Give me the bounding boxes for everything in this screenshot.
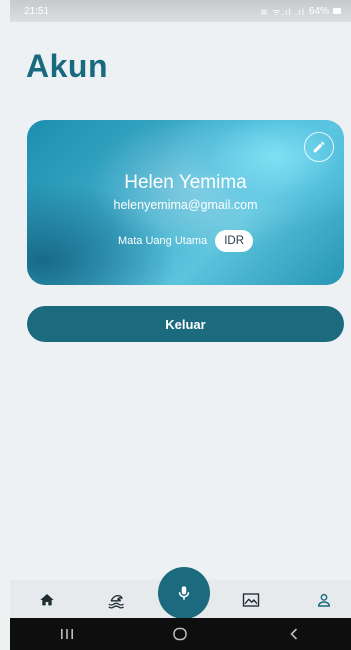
profile-card: Helen Yemima helenyemima@gmail.com Mata … [27,120,344,285]
home-icon [40,594,54,606]
nav-profile[interactable] [313,590,335,610]
chart-icon [242,593,260,607]
signal-icon: ≋ ᯤ.ıl .ıl [260,6,305,17]
status-time: 21:51 [24,5,50,17]
system-nav-bar [10,618,351,650]
wave-icon [108,595,124,609]
mic-icon [178,586,190,600]
pencil-icon [313,141,325,153]
voice-input-button[interactable] [158,567,210,619]
status-bar: 21:51 ≋ ᯤ.ıl .ıl 64% [10,0,351,22]
logout-button[interactable]: Keluar [27,306,344,342]
nav-home[interactable] [36,590,58,610]
home-system-button[interactable] [160,624,200,644]
home-circle-icon [173,627,188,641]
profile-icon [317,593,331,607]
battery-percent: 64% [308,5,329,17]
edit-profile-button[interactable] [304,132,334,162]
nav-wave[interactable] [106,590,128,610]
recent-apps-button[interactable] [47,624,87,644]
recent-apps-icon [60,629,73,639]
user-email: helenyemima@gmail.com [113,198,258,212]
currency-label: Mata Uang Utama [117,235,208,247]
app-screen: 21:51 ≋ ᯤ.ıl .ıl 64% Akun Helen Yemima h… [10,0,351,650]
back-button[interactable] [274,624,314,644]
status-right: ≋ ᯤ.ıl .ıl 64% [260,5,341,18]
nav-chart[interactable] [240,590,262,610]
currency-row: Mata Uang Utama IDR [27,230,344,252]
page-title: Akun [26,48,108,84]
back-chevron-icon [290,628,298,640]
battery-icon [333,8,341,14]
user-name: Helen Yemima [124,172,247,193]
currency-selector[interactable]: IDR [215,230,254,252]
